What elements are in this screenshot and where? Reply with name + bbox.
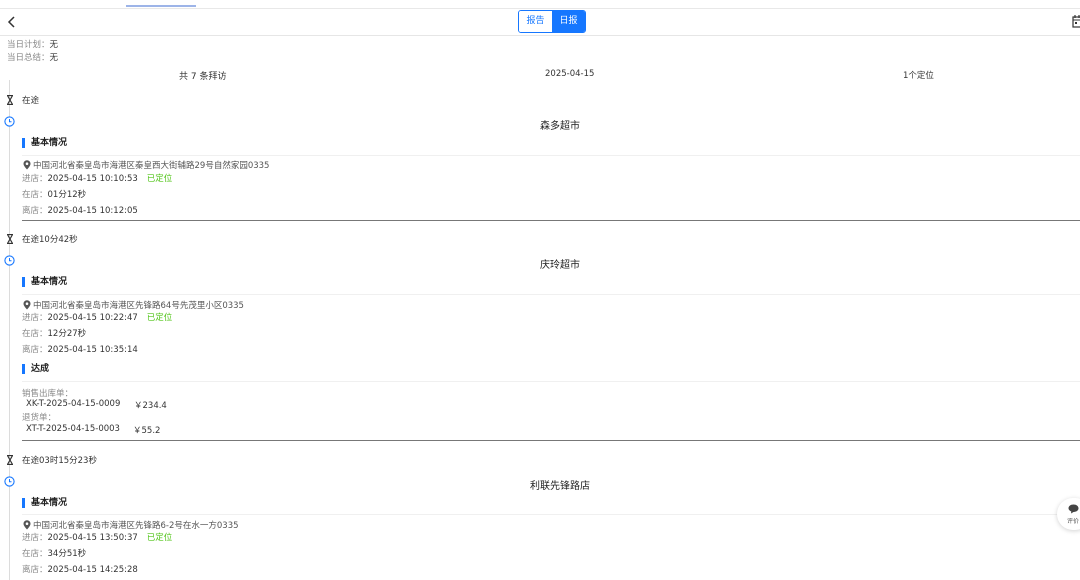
section-basic: 基本情况 xyxy=(22,277,67,287)
top-tab-strip xyxy=(0,0,1080,9)
tab-daily[interactable]: 日报 xyxy=(552,11,585,32)
leave-time: 2025-04-15 14:25:28 xyxy=(47,565,138,575)
plan-row: 当日计划：无 xyxy=(7,38,58,50)
leave-row: 离店：2025-04-15 10:12:05 xyxy=(22,204,138,216)
enter-time: 2025-04-15 10:10:53 xyxy=(47,174,138,184)
store-name[interactable]: 庆玲超市 xyxy=(300,256,820,271)
leave-label: 离店： xyxy=(22,206,48,216)
summary-label: 当日总结： xyxy=(7,53,50,63)
timeline-line xyxy=(9,80,10,580)
travel-time: 在途 xyxy=(22,96,40,106)
sales-order-amount: ￥234.4 xyxy=(134,401,167,411)
located-badge: 已定位 xyxy=(146,533,173,543)
visit-divider xyxy=(22,220,1080,221)
return-order-amount: ￥55.2 xyxy=(133,426,161,436)
header-bar: 报告 日报 xyxy=(0,9,1080,36)
section-divider xyxy=(22,294,1080,295)
top-tab-indicator xyxy=(126,5,196,7)
store-name[interactable]: 利联先锋路店 xyxy=(300,477,820,492)
location-pin-icon xyxy=(23,160,31,170)
stay-label: 在店： xyxy=(22,190,48,200)
plan-label: 当日计划： xyxy=(7,40,50,50)
enter-time: 2025-04-15 10:22:47 xyxy=(47,313,138,323)
clock-icon xyxy=(4,255,15,266)
section-achieve: 达成 xyxy=(22,364,49,374)
review-fab[interactable]: 评价 xyxy=(1057,498,1080,530)
stay-duration: 34分51秒 xyxy=(47,549,87,559)
store-name[interactable]: 森多超市 xyxy=(300,117,820,132)
sales-order-label: 销售出库单： xyxy=(22,389,74,399)
hourglass-icon xyxy=(6,95,14,105)
enter-row: 进店：2025-04-15 10:10:53 已定位 xyxy=(22,172,172,184)
hourglass-icon xyxy=(6,455,14,465)
visit-count: 共 7 条拜访 xyxy=(179,72,227,82)
travel-time: 在途03时15分23秒 xyxy=(22,456,97,466)
chat-icon xyxy=(1068,504,1079,514)
location-count: 1个定位 xyxy=(903,71,934,81)
tab-report[interactable]: 报告 xyxy=(519,11,552,32)
located-badge: 已定位 xyxy=(146,174,173,184)
store-address: 中国河北省秦皇岛市海港区秦皇西大街辅路29号自然家园0335 xyxy=(33,161,270,171)
stay-duration: 12分27秒 xyxy=(47,329,87,339)
stay-label: 在店： xyxy=(22,329,48,339)
stay-row: 在店：12分27秒 xyxy=(22,327,86,339)
clock-icon xyxy=(4,116,15,127)
leave-row: 离店：2025-04-15 14:25:28 xyxy=(22,563,138,575)
report-date: 2025-04-15 xyxy=(545,69,595,79)
enter-row: 进店：2025-04-15 10:22:47 已定位 xyxy=(22,311,172,323)
review-label: 评价 xyxy=(1067,518,1080,525)
visit-divider xyxy=(22,440,1080,441)
location-pin-icon xyxy=(23,520,31,530)
location-pin-icon xyxy=(23,300,31,310)
enter-time: 2025-04-15 13:50:37 xyxy=(47,533,138,543)
section-basic: 基本情况 xyxy=(22,498,67,508)
stay-row: 在店：34分51秒 xyxy=(22,547,86,559)
leave-label: 离店： xyxy=(22,565,48,575)
summary-row: 当日总结：无 xyxy=(7,51,58,63)
section-divider xyxy=(22,381,1080,382)
leave-time: 2025-04-15 10:35:14 xyxy=(47,345,138,355)
section-divider xyxy=(22,155,1080,156)
stay-row: 在店：01分12秒 xyxy=(22,188,86,200)
store-address: 中国河北省秦皇岛市海港区先锋路64号先茂里小区0335 xyxy=(33,301,244,311)
clock-icon xyxy=(4,476,15,487)
enter-label: 进店： xyxy=(22,533,48,543)
back-icon[interactable] xyxy=(5,15,19,29)
enter-label: 进店： xyxy=(22,313,48,323)
leave-time: 2025-04-15 10:12:05 xyxy=(47,206,138,216)
hourglass-icon xyxy=(6,234,14,244)
return-order-number[interactable]: XT-T-2025-04-15-0003 xyxy=(26,424,120,434)
stay-label: 在店： xyxy=(22,549,48,559)
summary-value: 无 xyxy=(49,53,59,63)
leave-label: 离店： xyxy=(22,345,48,355)
calendar-icon[interactable] xyxy=(1072,14,1080,28)
section-divider xyxy=(22,514,1080,515)
leave-row: 离店：2025-04-15 10:35:14 xyxy=(22,343,138,355)
plan-value: 无 xyxy=(49,40,59,50)
enter-row: 进店：2025-04-15 13:50:37 已定位 xyxy=(22,531,172,543)
store-address: 中国河北省秦皇岛市海港区先锋路6-2号在水一方0335 xyxy=(33,521,239,531)
view-switch: 报告 日报 xyxy=(518,10,586,33)
return-order-label: 退货单： xyxy=(22,413,57,423)
stay-duration: 01分12秒 xyxy=(47,190,87,200)
enter-label: 进店： xyxy=(22,174,48,184)
sales-order-number[interactable]: XK-T-2025-04-15-0009 xyxy=(26,399,120,409)
located-badge: 已定位 xyxy=(146,313,173,323)
travel-time: 在途10分42秒 xyxy=(22,235,78,245)
section-basic: 基本情况 xyxy=(22,138,67,148)
